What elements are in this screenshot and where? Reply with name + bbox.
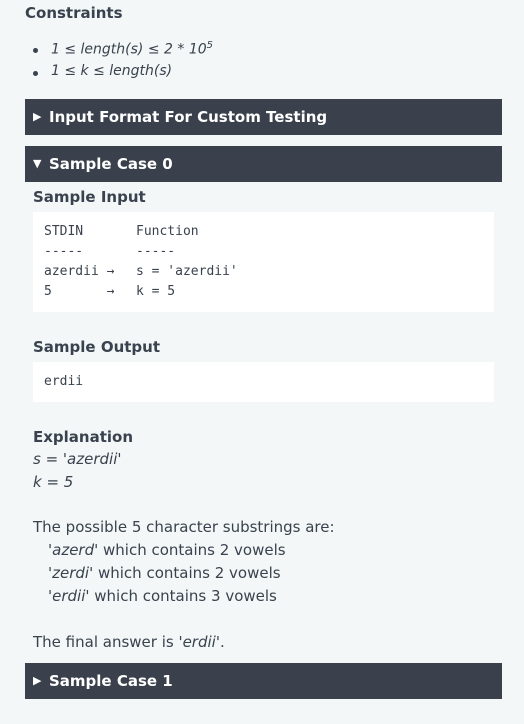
stdin-col: STDIN bbox=[44, 224, 84, 239]
accordion-label: Sample Case 1 bbox=[49, 672, 173, 690]
output-value: erdii bbox=[44, 374, 84, 389]
substring-item: 'azerd' which contains 2 vowels bbox=[48, 541, 286, 559]
constraint-text: 1 ≤ k ≤ length(s) bbox=[51, 63, 172, 79]
sample-output-box: erdii bbox=[33, 362, 494, 402]
accordion-label: Sample Case 0 bbox=[49, 155, 173, 173]
substring-word: azerd bbox=[52, 541, 95, 559]
sample-case-1-accordion[interactable]: ▶ Sample Case 1 bbox=[25, 663, 502, 699]
collapse-arrow-icon: ▼ bbox=[33, 157, 42, 170]
substring-word: zerdi bbox=[52, 564, 90, 582]
stdin-col: ----- bbox=[44, 244, 84, 259]
bullet-icon bbox=[33, 48, 38, 53]
substring-desc: which contains 2 vowels bbox=[93, 564, 281, 582]
constraint-text: 1 ≤ length(s) ≤ 2 * 105 bbox=[51, 40, 213, 58]
accordion-label: Input Format For Custom Testing bbox=[49, 108, 328, 126]
substring-desc: which contains 2 vowels bbox=[98, 541, 286, 559]
sample-input-box: STDIN Function ----- ----- azerdii → s =… bbox=[33, 212, 494, 312]
substring-item: 'zerdi' which contains 2 vowels bbox=[48, 564, 281, 582]
expand-arrow-icon: ▶ bbox=[33, 110, 42, 123]
explanation-heading: Explanation bbox=[33, 428, 134, 446]
constraints-heading: Constraints bbox=[25, 4, 123, 22]
substring-item: 'erdii' which contains 3 vowels bbox=[48, 587, 277, 605]
stdin-col: azerdii → bbox=[44, 264, 115, 279]
constraint-text-main: 1 ≤ length(s) ≤ 2 * 10 bbox=[51, 41, 207, 58]
final-answer-word: erdii bbox=[182, 633, 216, 651]
bullet-icon bbox=[33, 71, 38, 76]
final-answer-text: The final answer is ' bbox=[33, 633, 183, 651]
constraint-exponent: 5 bbox=[206, 40, 214, 51]
substring-desc: which contains 3 vowels bbox=[89, 587, 277, 605]
substring-word: erdii bbox=[52, 587, 86, 605]
function-col: s = 'azerdii' bbox=[136, 264, 238, 279]
sample-case-0-accordion[interactable]: ▼ Sample Case 0 bbox=[25, 146, 502, 182]
expand-arrow-icon: ▶ bbox=[33, 674, 42, 687]
final-answer: The final answer is 'erdii'. bbox=[33, 633, 225, 651]
explanation-line: s = 'azerdii' bbox=[33, 450, 122, 468]
stdin-col: 5 → bbox=[44, 284, 115, 299]
explanation-line: k = 5 bbox=[33, 473, 74, 491]
final-answer-end: '. bbox=[215, 633, 225, 651]
sample-input-heading: Sample Input bbox=[33, 188, 146, 206]
substrings-intro: The possible 5 character substrings are: bbox=[33, 518, 335, 536]
constraint-text-main: 1 ≤ k ≤ length(s) bbox=[51, 63, 173, 79]
input-format-accordion[interactable]: ▶ Input Format For Custom Testing bbox=[25, 99, 502, 135]
function-col: ----- bbox=[136, 244, 176, 259]
function-col: Function bbox=[136, 224, 199, 239]
function-col: k = 5 bbox=[136, 284, 176, 299]
sample-output-heading: Sample Output bbox=[33, 338, 161, 356]
